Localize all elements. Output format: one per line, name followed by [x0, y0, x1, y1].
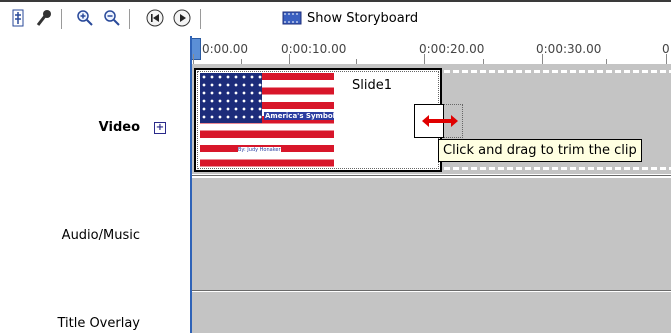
thumbnail-subtitle-text: By: Judy Honaker — [238, 147, 281, 153]
track-dotted-border — [444, 70, 671, 73]
track-labels-panel: Video + Audio/Music Title Overlay — [0, 64, 190, 333]
narrate-icon[interactable] — [34, 8, 54, 28]
ruler-label: 0:00:30.00 — [536, 42, 602, 56]
track-divider — [192, 175, 671, 176]
video-track-label: Video — [98, 120, 140, 135]
ruler-tick — [289, 54, 290, 64]
track-dotted-border — [444, 167, 671, 170]
timeline-toolbar: Show Storyboard — [0, 2, 671, 36]
resize-horizontal-icon — [422, 115, 458, 127]
zoom-out-icon[interactable] — [102, 8, 122, 28]
expand-video-icon[interactable]: + — [154, 122, 166, 134]
timeline-properties-icon[interactable] — [8, 8, 28, 28]
audio-music-track[interactable] — [192, 178, 671, 290]
ruler-label: 0:00.00 — [202, 42, 249, 56]
ruler-tick — [193, 54, 194, 64]
time-ruler[interactable]: 0:00.00 0:00:10.00 0:00:20.00 0:00:30.00… — [190, 36, 671, 65]
trim-handle[interactable] — [414, 104, 462, 138]
show-storyboard-button[interactable]: Show Storyboard — [307, 11, 418, 26]
clip-thumbnail: America's Symbols By: Judy Honaker — [200, 73, 334, 167]
title-overlay-track-label: Title Overlay — [57, 316, 140, 331]
ruler-tick — [666, 54, 667, 64]
toolbar-separator — [61, 9, 62, 29]
trim-tooltip: Click and drag to trim the clip — [438, 139, 642, 162]
audio-music-track-label: Audio/Music — [61, 228, 140, 243]
ruler-label: 0:00:20.00 — [419, 42, 485, 56]
toolbar-separator — [200, 9, 201, 29]
storyboard-icon[interactable] — [282, 8, 302, 28]
toolbar-separator — [129, 9, 130, 29]
rewind-icon[interactable] — [145, 8, 165, 28]
track-divider — [192, 290, 671, 291]
ruler-label: 0:00:10.00 — [281, 42, 347, 56]
thumbnail-title-text: America's Symbols — [264, 112, 334, 120]
clip-title: Slide1 — [352, 78, 392, 93]
ruler-tick — [542, 54, 543, 64]
play-icon[interactable] — [172, 8, 192, 28]
video-clip[interactable]: America's Symbols By: Judy Honaker Slide… — [194, 68, 442, 172]
ruler-tick — [424, 54, 425, 64]
title-overlay-track[interactable] — [192, 292, 671, 333]
flag-canton — [200, 73, 262, 123]
zoom-in-icon[interactable] — [75, 8, 95, 28]
